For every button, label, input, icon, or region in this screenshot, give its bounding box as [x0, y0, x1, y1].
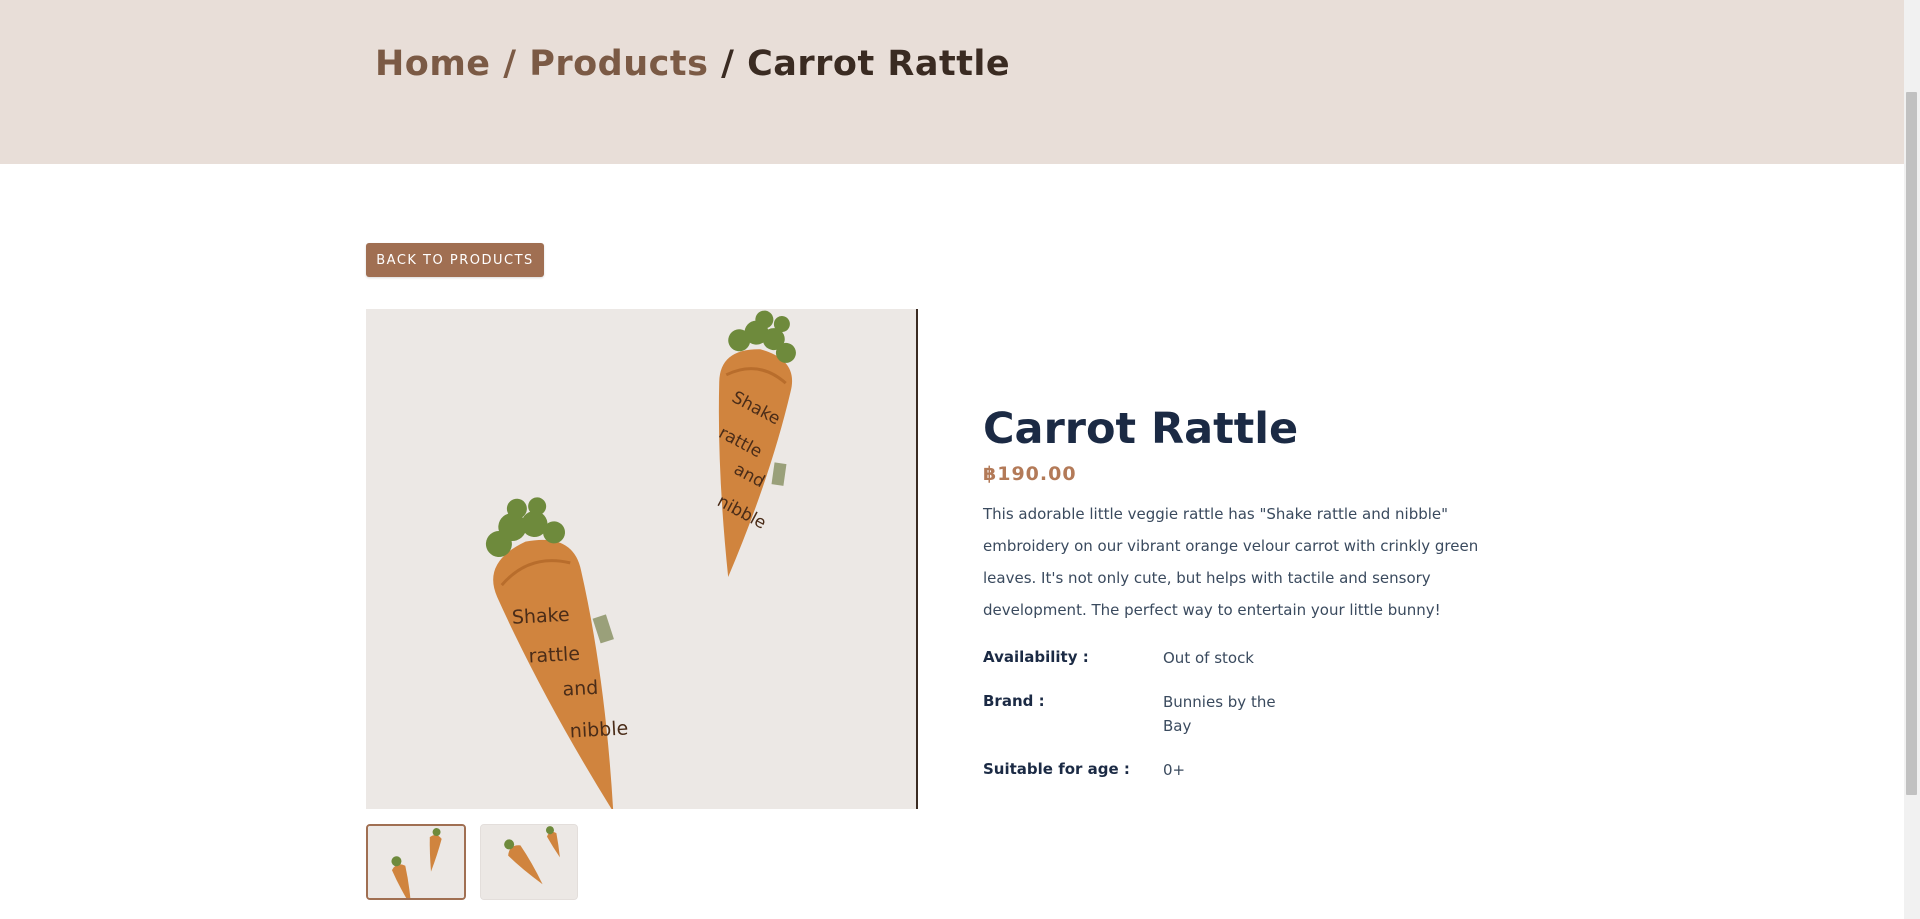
embroidery-text: nibble — [569, 717, 628, 742]
thumbnail-image — [481, 825, 577, 899]
product-description: This adorable little veggie rattle has "… — [983, 505, 1479, 619]
page-header-banner: Home / Products / Carrot Rattle — [0, 0, 1904, 164]
thumbnail-image — [368, 826, 464, 898]
thumbnail-2[interactable] — [480, 824, 578, 900]
embroidery-text: rattle — [528, 643, 580, 668]
age-label: Suitable for age : — [983, 760, 1130, 778]
scrollbar-thumb[interactable] — [1906, 92, 1917, 795]
thumbnail-1[interactable] — [366, 824, 466, 900]
embroidery-text: and — [562, 677, 599, 701]
availability-value: Out of stock — [1163, 649, 1254, 667]
back-to-products-button[interactable]: BACK TO PRODUCTS — [366, 243, 544, 277]
product-title: Carrot Rattle — [983, 404, 1299, 454]
product-price: ฿190.00 — [983, 463, 1077, 485]
brand-value: Bunnies by the Bay — [1163, 693, 1276, 735]
brand-label: Brand : — [983, 692, 1045, 710]
carrot-rattle-photo: Shake rattle and nibble Shake rattle and… — [366, 309, 916, 809]
age-value: 0+ — [1163, 761, 1186, 779]
breadcrumb-separator: / — [490, 44, 530, 84]
breadcrumb-separator: / — [708, 44, 748, 84]
embroidery-text: Shake — [511, 604, 570, 629]
breadcrumb-home-link[interactable]: Home — [375, 44, 491, 84]
product-main-image[interactable]: Shake rattle and nibble Shake rattle and… — [366, 309, 918, 809]
breadcrumb-current: Carrot Rattle — [747, 44, 1011, 84]
breadcrumb-products-link[interactable]: Products — [529, 44, 708, 84]
breadcrumb: Home / Products / Carrot Rattle — [375, 44, 1010, 84]
availability-label: Availability : — [983, 648, 1089, 666]
